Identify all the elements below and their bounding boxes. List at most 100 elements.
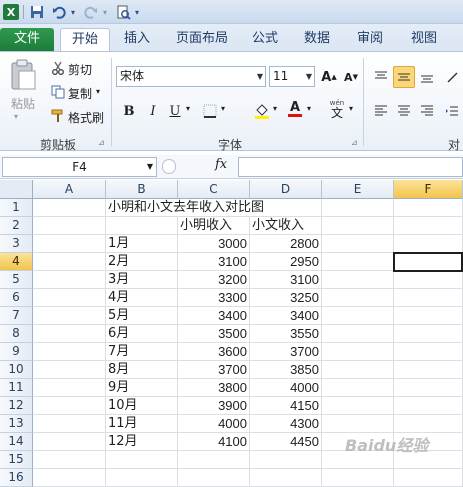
row-header[interactable]: 7 xyxy=(0,307,33,325)
indent-icon[interactable] xyxy=(441,100,463,122)
grid-cell[interactable] xyxy=(33,271,106,289)
paste-icon[interactable] xyxy=(8,58,38,92)
phonetic-dropdown-icon[interactable]: ▾ xyxy=(349,104,353,113)
grid-cell[interactable] xyxy=(33,469,106,487)
chevron-down-icon[interactable]: ▼ xyxy=(147,158,153,176)
row-header[interactable]: 11 xyxy=(0,379,33,397)
tab-data[interactable]: 数据 xyxy=(296,28,338,51)
grid-cell[interactable] xyxy=(33,397,106,415)
column-header-e[interactable]: E xyxy=(322,180,394,199)
tab-insert[interactable]: 插入 xyxy=(115,28,159,51)
xiaoming-income-cell[interactable]: 3600 xyxy=(178,343,250,361)
row-header[interactable]: 3 xyxy=(0,235,33,253)
grid-cell[interactable] xyxy=(322,289,394,307)
row-header[interactable]: 12 xyxy=(0,397,33,415)
grid-cell[interactable] xyxy=(322,199,394,217)
tab-formulas[interactable]: 公式 xyxy=(244,28,286,51)
xiaowen-income-cell[interactable]: 3250 xyxy=(250,289,322,307)
copy-dropdown-icon[interactable]: ▾ xyxy=(96,87,100,96)
grid-cell[interactable] xyxy=(394,343,463,361)
header-cell-d[interactable]: 小文收入 xyxy=(250,217,322,235)
name-box[interactable]: F4 ▼ xyxy=(2,157,157,177)
xiaoming-income-cell[interactable]: 3000 xyxy=(178,235,250,253)
header-cell-c[interactable]: 小明收入 xyxy=(178,217,250,235)
font-launcher-icon[interactable]: ⊿ xyxy=(351,138,358,147)
bold-button[interactable]: B xyxy=(118,100,140,122)
grid-cell[interactable] xyxy=(106,469,178,487)
align-center-icon[interactable] xyxy=(393,100,415,122)
month-cell[interactable]: 8月 xyxy=(106,361,178,379)
row-header[interactable]: 14 xyxy=(0,433,33,451)
column-header-c[interactable]: C xyxy=(178,180,250,199)
grid-cell[interactable] xyxy=(322,253,394,271)
redo-icon[interactable] xyxy=(82,3,100,21)
tab-review[interactable]: 审阅 xyxy=(349,28,391,51)
align-right-icon[interactable] xyxy=(416,100,438,122)
underline-dropdown-icon[interactable]: ▾ xyxy=(186,104,190,113)
xiaowen-income-cell[interactable]: 3850 xyxy=(250,361,322,379)
increase-font-size-icon[interactable]: A ▲ xyxy=(318,66,340,88)
excel-logo-icon[interactable]: X xyxy=(3,4,19,20)
align-bottom-icon[interactable] xyxy=(416,66,438,88)
underline-button[interactable]: U xyxy=(164,100,186,122)
orientation-icon[interactable] xyxy=(441,66,463,88)
column-header-d[interactable]: D xyxy=(250,180,322,199)
grid-cell[interactable] xyxy=(322,343,394,361)
xiaoming-income-cell[interactable]: 3800 xyxy=(178,379,250,397)
xiaoming-income-cell[interactable]: 3900 xyxy=(178,397,250,415)
borders-dropdown-icon[interactable]: ▾ xyxy=(221,104,225,113)
month-cell[interactable]: 6月 xyxy=(106,325,178,343)
month-cell[interactable]: 12月 xyxy=(106,433,178,451)
grid-cell[interactable] xyxy=(178,469,250,487)
active-cell-f4[interactable] xyxy=(393,252,463,272)
formula-input[interactable] xyxy=(238,157,463,177)
month-cell[interactable]: 3月 xyxy=(106,271,178,289)
grid-cell[interactable] xyxy=(33,217,106,235)
copy-button[interactable]: 复制 xyxy=(68,85,92,102)
format-painter-button[interactable]: 格式刷 xyxy=(68,109,104,126)
font-size-combo[interactable]: 11 ▼ xyxy=(269,66,315,87)
grid-cell[interactable] xyxy=(106,451,178,469)
xiaoming-income-cell[interactable]: 3500 xyxy=(178,325,250,343)
grid-cell[interactable] xyxy=(394,469,463,487)
fill-color-icon[interactable] xyxy=(251,100,273,122)
month-cell[interactable]: 9月 xyxy=(106,379,178,397)
xiaoming-income-cell[interactable]: 3100 xyxy=(178,253,250,271)
cut-button[interactable]: 剪切 xyxy=(68,61,92,78)
xiaowen-income-cell[interactable]: 3700 xyxy=(250,343,322,361)
redo-dropdown-icon[interactable]: ▾ xyxy=(100,3,110,21)
grid-cell[interactable] xyxy=(33,289,106,307)
phonetic-guide-icon[interactable]: wén 文 xyxy=(326,98,348,120)
xiaoming-income-cell[interactable]: 3400 xyxy=(178,307,250,325)
grid-cell[interactable] xyxy=(322,415,394,433)
insert-function-icon[interactable]: fx xyxy=(215,157,227,172)
grid-cell[interactable] xyxy=(394,289,463,307)
grid-cell[interactable] xyxy=(178,451,250,469)
borders-icon[interactable] xyxy=(199,100,221,122)
xiaowen-income-cell[interactable]: 2950 xyxy=(250,253,322,271)
grid-cell[interactable] xyxy=(322,397,394,415)
row-header[interactable]: 5 xyxy=(0,271,33,289)
grid-cell[interactable] xyxy=(394,415,463,433)
xiaowen-income-cell[interactable]: 4150 xyxy=(250,397,322,415)
save-icon[interactable] xyxy=(28,3,46,21)
grid-cell[interactable] xyxy=(394,235,463,253)
tab-page-layout[interactable]: 页面布局 xyxy=(168,28,236,51)
xiaowen-income-cell[interactable]: 4000 xyxy=(250,379,322,397)
month-cell[interactable]: 7月 xyxy=(106,343,178,361)
row-header[interactable]: 1 xyxy=(0,199,33,217)
row-header[interactable]: 2 xyxy=(0,217,33,235)
xiaowen-income-cell[interactable]: 2800 xyxy=(250,235,322,253)
grid-cell[interactable] xyxy=(33,253,106,271)
grid-cell[interactable] xyxy=(394,307,463,325)
xiaowen-income-cell[interactable]: 3400 xyxy=(250,307,322,325)
grid-cell[interactable] xyxy=(394,217,463,235)
undo-icon[interactable] xyxy=(50,3,68,21)
grid-cell[interactable] xyxy=(394,397,463,415)
row-header[interactable]: 9 xyxy=(0,343,33,361)
formula-bar-resize-handle[interactable] xyxy=(162,159,176,174)
row-header[interactable]: 16 xyxy=(0,469,33,487)
xiaowen-income-cell[interactable]: 4300 xyxy=(250,415,322,433)
month-cell[interactable]: 5月 xyxy=(106,307,178,325)
italic-button[interactable]: I xyxy=(142,100,164,122)
